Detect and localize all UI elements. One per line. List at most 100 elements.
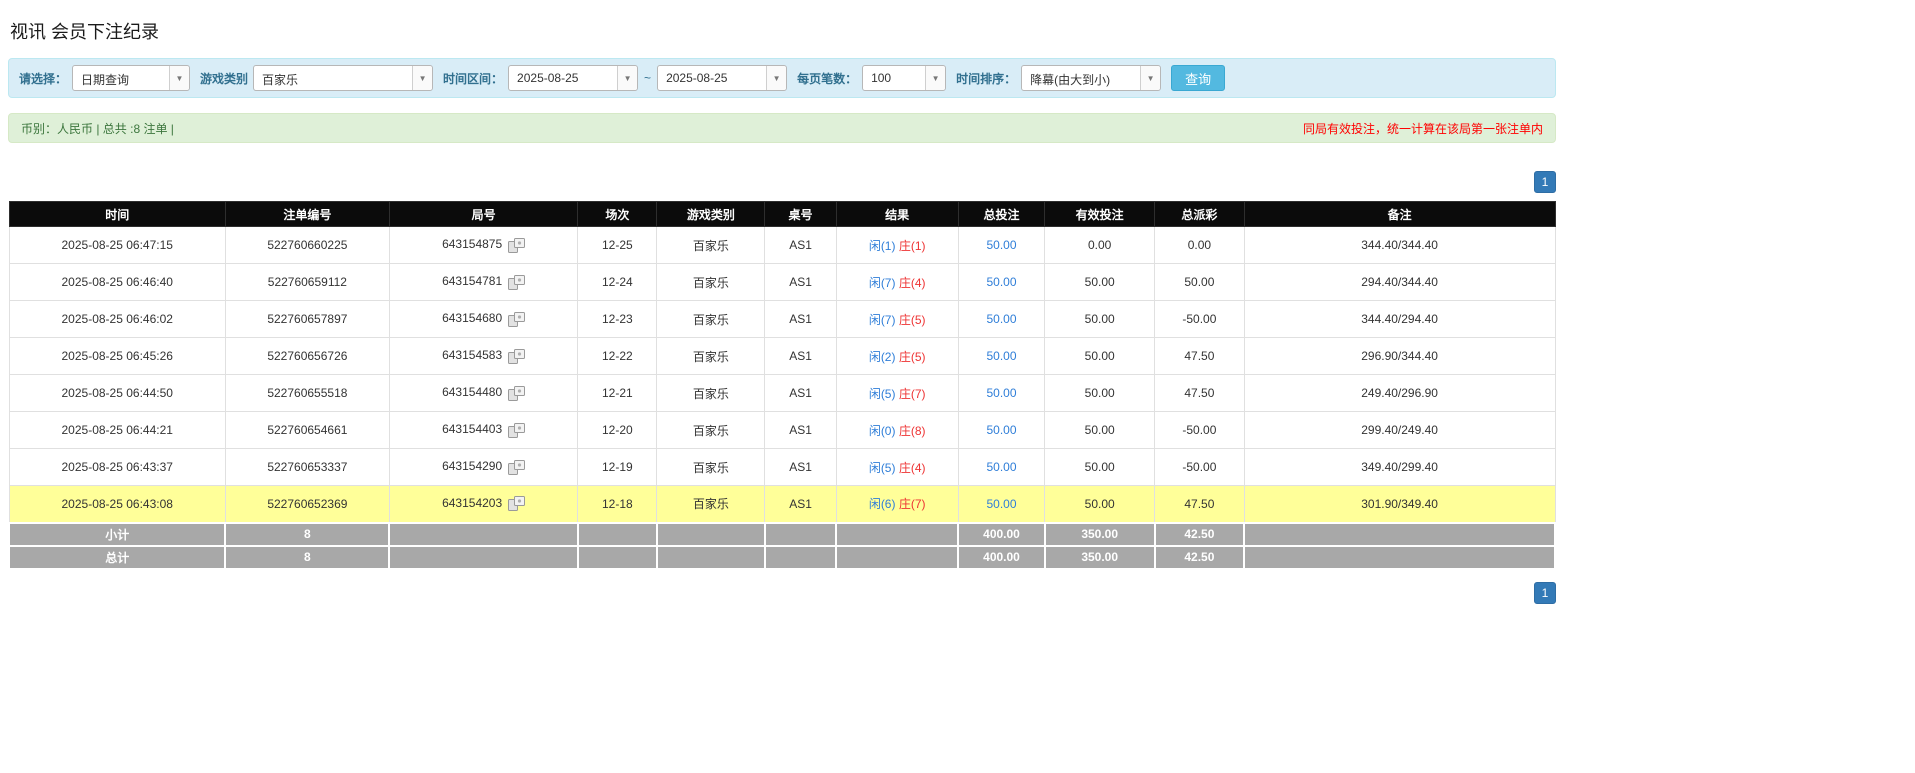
cell-payout: 0.00 — [1155, 227, 1245, 264]
cell-result: 闲(7) 庄(4) — [836, 264, 958, 301]
total-bet-link[interactable]: 50.00 — [986, 386, 1016, 400]
summary-payout: 42.50 — [1155, 523, 1245, 546]
table-header-row: 时间注单编号局号场次游戏类别桌号结果总投注有效投注总派彩备注 — [9, 202, 1555, 227]
total-bet-link[interactable]: 50.00 — [986, 497, 1016, 511]
page-title: 视讯 会员下注纪录 — [10, 18, 1556, 44]
cell-remark: 344.40/294.40 — [1244, 301, 1555, 338]
summary-label: 小计 — [9, 523, 225, 546]
chevron-down-icon[interactable]: ▼ — [766, 66, 786, 90]
game-replay-icon[interactable] — [508, 423, 525, 438]
result-banker: 庄(4) — [899, 276, 926, 290]
chevron-down-icon[interactable]: ▼ — [1140, 66, 1160, 90]
summary-empty-cell — [765, 523, 836, 546]
cell-valid-bet: 50.00 — [1045, 301, 1155, 338]
query-mode-value: 日期查询 — [73, 66, 169, 90]
summary-empty-cell — [578, 546, 657, 569]
cell-table: AS1 — [765, 301, 836, 338]
chevron-down-icon[interactable]: ▼ — [169, 66, 189, 90]
search-button[interactable]: 查询 — [1171, 65, 1225, 91]
cell-game: 百家乐 — [657, 486, 765, 523]
game-replay-icon[interactable] — [508, 275, 525, 290]
game-type-select[interactable]: 百家乐 ▼ — [253, 65, 433, 91]
page-1-button[interactable]: 1 — [1534, 582, 1556, 604]
date-from-select[interactable]: 2025-08-25 ▼ — [508, 65, 638, 91]
cell-total-bet: 50.00 — [958, 301, 1045, 338]
chevron-down-icon[interactable]: ▼ — [412, 66, 432, 90]
chevron-down-icon[interactable]: ▼ — [617, 66, 637, 90]
chevron-down-icon[interactable]: ▼ — [925, 66, 945, 90]
summary-valid-bet: 350.00 — [1045, 546, 1155, 569]
summary-total-bet: 400.00 — [958, 523, 1045, 546]
page-1-button[interactable]: 1 — [1534, 171, 1556, 193]
summary-row: 总计8400.00350.0042.50 — [9, 546, 1555, 569]
total-bet-link[interactable]: 50.00 — [986, 312, 1016, 326]
cell-round: 643154680 — [389, 301, 578, 338]
summary-label: 总计 — [9, 546, 225, 569]
summary-total-bet: 400.00 — [958, 546, 1045, 569]
cell-bet-id: 522760652369 — [225, 486, 389, 523]
cell-time: 2025-08-25 06:47:15 — [9, 227, 225, 264]
column-header-session: 场次 — [578, 202, 657, 227]
total-bet-link[interactable]: 50.00 — [986, 423, 1016, 437]
summary-row: 小计8400.00350.0042.50 — [9, 523, 1555, 546]
cell-game: 百家乐 — [657, 375, 765, 412]
pagination-top: 1 — [8, 171, 1556, 193]
cell-table: AS1 — [765, 486, 836, 523]
table-row: 2025-08-25 06:43:37522760653337643154290… — [9, 449, 1555, 486]
cell-game: 百家乐 — [657, 301, 765, 338]
column-header-table: 桌号 — [765, 202, 836, 227]
game-replay-icon[interactable] — [508, 238, 525, 253]
query-mode-select[interactable]: 日期查询 ▼ — [72, 65, 190, 91]
date-range-label: 时间区间： — [443, 70, 503, 87]
cell-session: 12-19 — [578, 449, 657, 486]
result-banker: 庄(5) — [899, 313, 926, 327]
column-header-valid_bet: 有效投注 — [1045, 202, 1155, 227]
total-bet-link[interactable]: 50.00 — [986, 238, 1016, 252]
cell-time: 2025-08-25 06:46:02 — [9, 301, 225, 338]
summary-valid-bet: 350.00 — [1045, 523, 1155, 546]
cell-valid-bet: 50.00 — [1045, 338, 1155, 375]
round-id: 643154680 — [442, 311, 502, 325]
bets-table: 时间注单编号局号场次游戏类别桌号结果总投注有效投注总派彩备注 2025-08-2… — [8, 201, 1556, 570]
total-bet-link[interactable]: 50.00 — [986, 349, 1016, 363]
cell-total-bet: 50.00 — [958, 449, 1045, 486]
cell-bet-id: 522760655518 — [225, 375, 389, 412]
date-to-select[interactable]: 2025-08-25 ▼ — [657, 65, 787, 91]
game-replay-icon[interactable] — [508, 460, 525, 475]
cell-total-bet: 50.00 — [958, 486, 1045, 523]
cell-valid-bet: 50.00 — [1045, 486, 1155, 523]
game-replay-icon[interactable] — [508, 312, 525, 327]
table-row: 2025-08-25 06:44:21522760654661643154403… — [9, 412, 1555, 449]
summary-empty-cell — [578, 523, 657, 546]
cell-remark: 344.40/344.40 — [1244, 227, 1555, 264]
cell-bet-id: 522760659112 — [225, 264, 389, 301]
column-header-total_bet: 总投注 — [958, 202, 1045, 227]
game-replay-icon[interactable] — [508, 386, 525, 401]
cell-bet-id: 522760653337 — [225, 449, 389, 486]
cell-result: 闲(7) 庄(5) — [836, 301, 958, 338]
cell-round: 643154583 — [389, 338, 578, 375]
result-player: 闲(1) — [869, 239, 896, 253]
time-sort-select[interactable]: 降幕(由大到小) ▼ — [1021, 65, 1161, 91]
result-banker: 庄(8) — [899, 424, 926, 438]
cell-remark: 249.40/296.90 — [1244, 375, 1555, 412]
time-sort-value: 降幕(由大到小) — [1022, 66, 1140, 90]
cell-remark: 299.40/249.40 — [1244, 412, 1555, 449]
time-sort-label: 时间排序： — [956, 70, 1016, 87]
game-replay-icon[interactable] — [508, 349, 525, 364]
cell-table: AS1 — [765, 449, 836, 486]
summary-empty-cell — [657, 523, 765, 546]
cell-total-bet: 50.00 — [958, 227, 1045, 264]
cell-remark: 349.40/299.40 — [1244, 449, 1555, 486]
cell-payout: 47.50 — [1155, 338, 1245, 375]
total-bet-link[interactable]: 50.00 — [986, 460, 1016, 474]
total-bet-link[interactable]: 50.00 — [986, 275, 1016, 289]
cell-bet-id: 522760654661 — [225, 412, 389, 449]
game-replay-icon[interactable] — [508, 496, 525, 511]
result-player: 闲(7) — [869, 276, 896, 290]
round-id: 643154203 — [442, 496, 502, 510]
result-player: 闲(5) — [869, 461, 896, 475]
column-header-game: 游戏类别 — [657, 202, 765, 227]
pagination-bottom: 1 — [8, 582, 1556, 604]
page-size-select[interactable]: 100 ▼ — [862, 65, 946, 91]
